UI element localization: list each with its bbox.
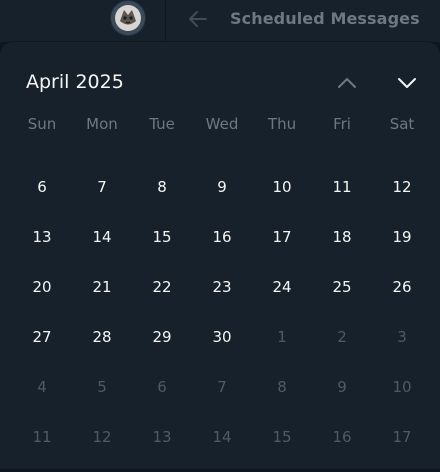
header-divider: [165, 0, 166, 42]
calendar-day-other-month[interactable]: 14: [192, 422, 252, 452]
calendar-day[interactable]: 12: [372, 172, 432, 202]
calendar-day[interactable]: 22: [132, 272, 192, 302]
calendar-day-empty: [192, 122, 252, 152]
calendar-day[interactable]: 10: [252, 172, 312, 202]
page-title: Scheduled Messages: [230, 9, 420, 28]
calendar-day-other-month[interactable]: 5: [72, 372, 132, 402]
calendar-day[interactable]: 23: [192, 272, 252, 302]
calendar-day-empty: [372, 122, 432, 152]
calendar-day-empty: [312, 122, 372, 152]
calendar-day-other-month[interactable]: 4: [12, 372, 72, 402]
arrow-left-icon[interactable]: [186, 8, 210, 30]
calendar-day-other-month[interactable]: 2: [312, 322, 372, 352]
calendar-day-other-month[interactable]: 3: [372, 322, 432, 352]
chevron-down-icon: [398, 78, 416, 88]
calendar-day-other-month[interactable]: 8: [252, 372, 312, 402]
calendar-day[interactable]: 15: [132, 222, 192, 252]
calendar-day[interactable]: 28: [72, 322, 132, 352]
chevron-up-icon: [338, 78, 356, 88]
calendar-day-other-month[interactable]: 17: [372, 422, 432, 452]
calendar-day-other-month[interactable]: 6: [132, 372, 192, 402]
calendar-day[interactable]: 20: [12, 272, 72, 302]
calendar-day[interactable]: 9: [192, 172, 252, 202]
calendar-day-empty: [72, 122, 132, 152]
calendar-day[interactable]: 18: [312, 222, 372, 252]
avatar-icon[interactable]: [111, 1, 145, 35]
calendar-day[interactable]: 29: [132, 322, 192, 352]
calendar-day-other-month[interactable]: 9: [312, 372, 372, 402]
calendar-day-other-month[interactable]: 15: [252, 422, 312, 452]
calendar-day[interactable]: 6: [12, 172, 72, 202]
calendar-day[interactable]: 16: [192, 222, 252, 252]
calendar-day[interactable]: 30: [192, 322, 252, 352]
calendar-day-other-month[interactable]: 10: [372, 372, 432, 402]
top-bar: Scheduled Messages: [0, 0, 440, 42]
calendar-day[interactable]: 13: [12, 222, 72, 252]
calendar-day[interactable]: 14: [72, 222, 132, 252]
previous-month-button[interactable]: [333, 69, 361, 97]
next-month-button[interactable]: [393, 69, 421, 97]
calendar-day[interactable]: 7: [72, 172, 132, 202]
calendar-day-empty: [132, 122, 192, 152]
calendar-day-empty: [252, 122, 312, 152]
calendar-day-empty: [12, 122, 72, 152]
calendar-day[interactable]: 27: [12, 322, 72, 352]
calendar-day[interactable]: 8: [132, 172, 192, 202]
calendar-day[interactable]: 21: [72, 272, 132, 302]
calendar-day[interactable]: 25: [312, 272, 372, 302]
calendar-day[interactable]: 17: [252, 222, 312, 252]
calendar-day-other-month[interactable]: 13: [132, 422, 192, 452]
calendar-day-other-month[interactable]: 12: [72, 422, 132, 452]
calendar-day-other-month[interactable]: 1: [252, 322, 312, 352]
month-label: April 2025: [26, 71, 124, 93]
calendar-day[interactable]: 19: [372, 222, 432, 252]
calendar-day[interactable]: 26: [372, 272, 432, 302]
calendar-day[interactable]: 24: [252, 272, 312, 302]
calendar-day[interactable]: 11: [312, 172, 372, 202]
calendar-day-other-month[interactable]: 16: [312, 422, 372, 452]
calendar-day-other-month[interactable]: 11: [12, 422, 72, 452]
calendar-day-other-month[interactable]: 7: [192, 372, 252, 402]
calendar-day-grid: 6 7 8 9 10 11 12 13 14 15 16 17 18 19 20 21 22 23 24 25 26 27…: [12, 122, 432, 472]
date-picker-panel: April 2025 Sun Mon Tue Wed Thu Fri Sat 6…: [0, 42, 440, 469]
